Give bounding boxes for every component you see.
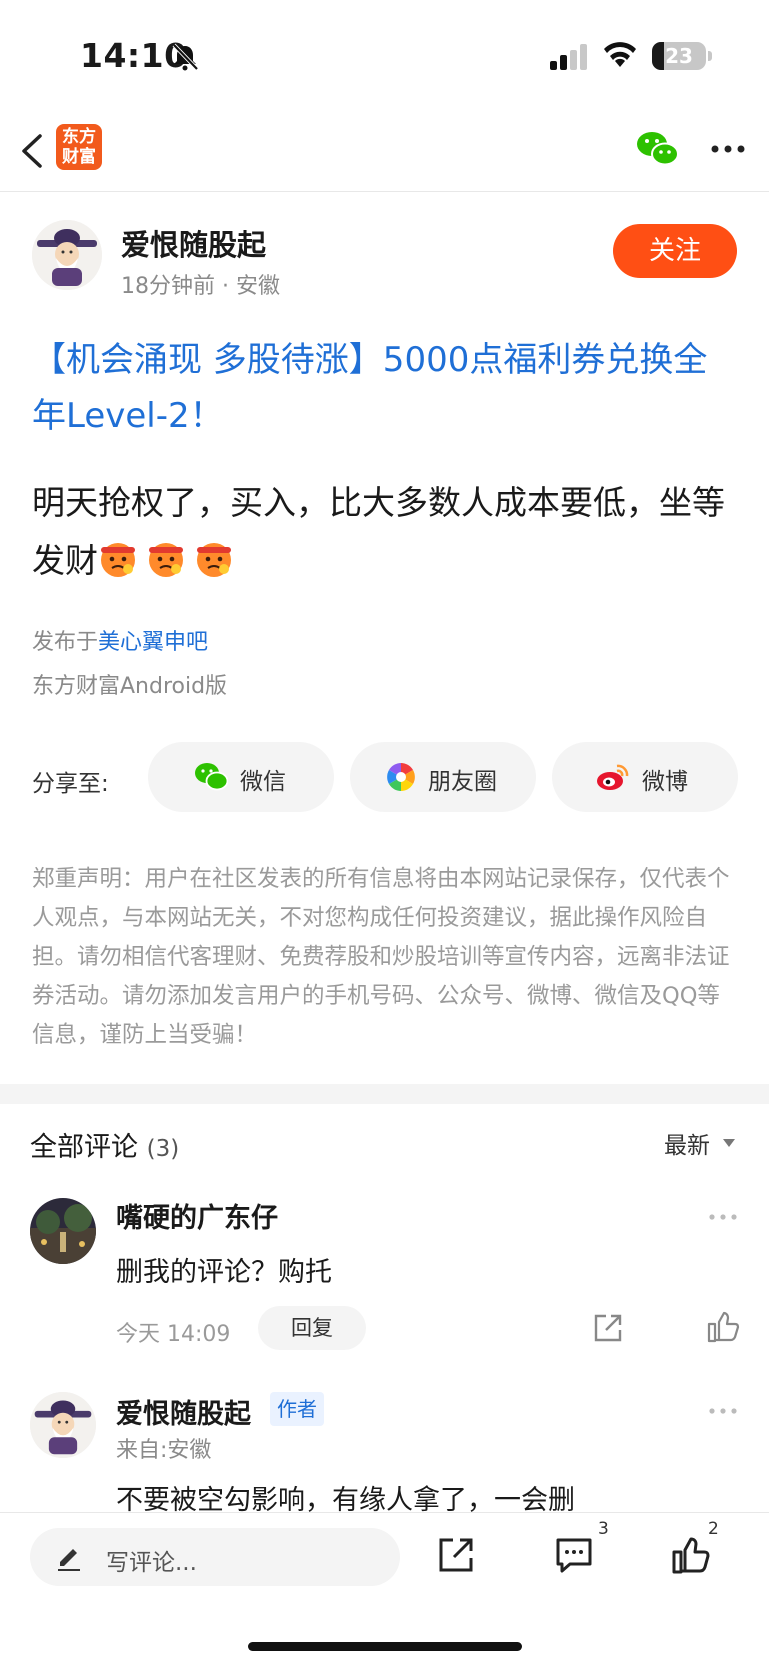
share-wechat-button[interactable]: 微信 <box>148 742 334 812</box>
more-icon[interactable] <box>710 143 746 155</box>
post-body: 明天抢权了，买入，比大多数人成本要低，坐等发财 <box>32 474 740 590</box>
moments-icon <box>387 763 415 791</box>
comment-count-badge: 3 <box>598 1519 609 1539</box>
share-weibo-button[interactable]: 微博 <box>552 742 738 812</box>
comment-more-icon[interactable] <box>708 1406 738 1416</box>
author-avatar[interactable] <box>32 220 102 290</box>
nav-bar: 东方 财富 <box>0 110 769 192</box>
commenter-name[interactable]: 嘴硬的广东仔 <box>116 1196 278 1235</box>
section-divider <box>0 1084 769 1104</box>
comment-input[interactable]: 写评论... <box>30 1528 400 1586</box>
stock-bar-link[interactable]: 美心翼申吧 <box>98 630 208 655</box>
like-count-badge: 2 <box>708 1519 719 1539</box>
wechat-icon <box>195 763 228 791</box>
weibo-icon <box>597 764 629 790</box>
comment-placeholder: 写评论... <box>106 1550 197 1576</box>
post-client: 东方财富Android版 <box>32 674 228 699</box>
avatar-illustration <box>32 220 102 290</box>
comment-text: 删我的评论？购托 <box>116 1257 332 1288</box>
caret-down-icon[interactable] <box>722 1138 736 1148</box>
avatar-photo <box>30 1198 96 1264</box>
share-label: 分享至: <box>32 771 109 797</box>
follow-button[interactable]: 关注 <box>613 224 737 278</box>
battery-level: 23 <box>665 44 693 68</box>
like-icon[interactable] <box>670 1535 710 1575</box>
battery-indicator: 23 <box>652 42 706 70</box>
comments-title: 全部评论 <box>30 1132 138 1163</box>
share-weibo-label: 微博 <box>642 769 688 795</box>
share-icon[interactable] <box>436 1535 476 1575</box>
angry-emoji-icon <box>101 543 135 577</box>
post-title[interactable]: 【机会涌现 多股待涨】5000点福利券兑换全年Level-2！ <box>32 332 740 444</box>
angry-emoji-icon <box>197 543 231 577</box>
share-wechat-label: 微信 <box>240 769 286 795</box>
author-meta: 18分钟前 · 安徽 <box>121 274 280 299</box>
status-bar: 14:10 23 <box>0 0 769 110</box>
app-logo[interactable]: 东方 财富 <box>56 124 102 170</box>
comment-icon[interactable] <box>554 1535 594 1575</box>
comments-count: (3) <box>146 1136 180 1162</box>
bell-muted-icon <box>172 43 199 71</box>
reply-button[interactable]: 回复 <box>258 1306 366 1350</box>
commenter-avatar[interactable] <box>30 1392 96 1458</box>
signal-icon <box>550 44 587 70</box>
comment-more-icon[interactable] <box>708 1212 738 1222</box>
post-source: 发布于美心翼申吧 <box>32 624 208 656</box>
author-badge: 作者 <box>270 1392 324 1426</box>
wechat-icon[interactable] <box>636 130 680 168</box>
source-prefix: 发布于 <box>32 630 99 655</box>
back-icon[interactable] <box>18 130 46 172</box>
comment-location: 来自:安徽 <box>116 1438 212 1463</box>
pencil-icon <box>58 1549 80 1571</box>
comments-header: 全部评论 (3) <box>30 1125 179 1164</box>
logo-line1: 东方 <box>62 127 96 147</box>
share-moments-label: 朋友圈 <box>428 769 497 795</box>
share-moments-button[interactable]: 朋友圈 <box>350 742 536 812</box>
wifi-icon <box>604 42 636 67</box>
commenter-name[interactable]: 爱恨随股起 <box>116 1392 251 1431</box>
sort-dropdown[interactable]: 最新 <box>664 1126 710 1160</box>
logo-line2: 财富 <box>62 147 96 167</box>
avatar-illustration <box>30 1392 96 1458</box>
share-icon[interactable] <box>592 1312 624 1344</box>
battery-tip <box>708 51 712 61</box>
disclaimer-text: 郑重声明：用户在社区发表的所有信息将由本网站记录保存，仅代表个人观点，与本网站无… <box>32 866 730 1048</box>
home-indicator <box>248 1642 522 1651</box>
comment-time: 今天 14:09 <box>116 1322 231 1347</box>
commenter-avatar[interactable] <box>30 1198 96 1264</box>
author-name[interactable]: 爱恨随股起 <box>121 222 266 264</box>
like-icon[interactable] <box>706 1310 740 1344</box>
angry-emoji-icon <box>149 543 183 577</box>
